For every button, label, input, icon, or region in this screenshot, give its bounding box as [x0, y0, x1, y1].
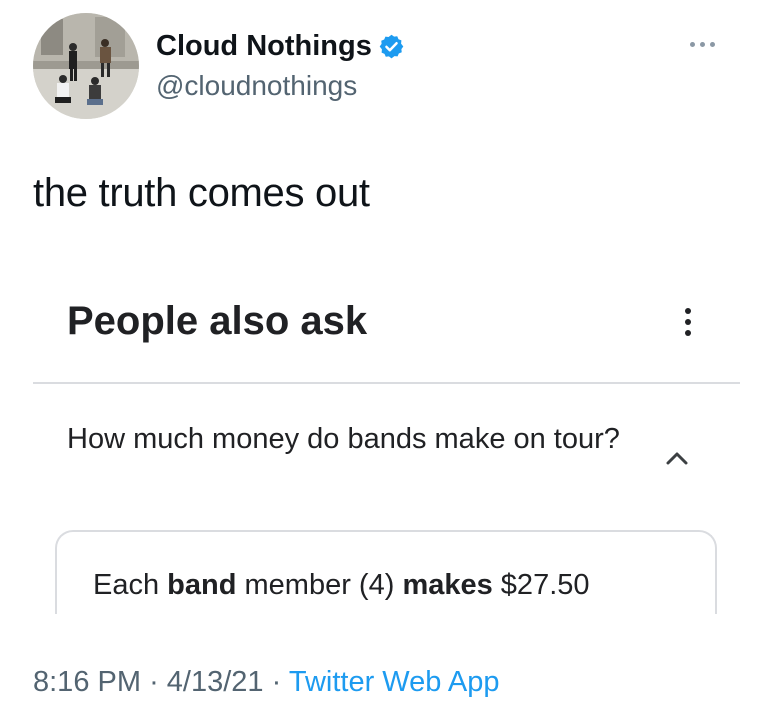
answer-bold: band: [167, 569, 237, 601]
meta-separator: ·: [149, 666, 159, 698]
more-vertical-icon[interactable]: [678, 302, 698, 342]
dot: [699, 41, 705, 47]
more-horizontal-icon[interactable]: [682, 34, 722, 54]
paa-question[interactable]: How much money do bands make on tour?: [67, 418, 627, 460]
tweet-date[interactable]: 4/13/21: [167, 666, 264, 698]
divider: [33, 382, 740, 384]
tweet-meta: 8:16 PM · 4/13/21 · Twitter Web App: [33, 662, 499, 702]
tweet-text: the truth comes out: [33, 171, 370, 215]
verified-badge-icon: [378, 33, 405, 60]
answer-part: Each: [93, 569, 168, 601]
dot: [685, 319, 691, 325]
paa-answer: Each band member (4) makes $27.50: [93, 565, 590, 605]
author-name-row[interactable]: Cloud Nothings: [156, 28, 405, 64]
screenshot-crop-edge: [40, 614, 760, 654]
meta-separator: ·: [271, 666, 282, 698]
answer-part: $27.50: [492, 569, 590, 601]
answer-bold: makes: [402, 569, 493, 601]
author-name[interactable]: Cloud Nothings: [156, 28, 372, 64]
avatar[interactable]: [33, 13, 139, 119]
author-handle[interactable]: @cloudnothings: [156, 68, 357, 104]
dot: [685, 330, 691, 336]
tweet-time[interactable]: 8:16 PM: [33, 666, 141, 698]
paa-section-title: People also ask: [67, 299, 368, 343]
answer-part: member (4): [236, 569, 403, 601]
chevron-up-icon[interactable]: [662, 446, 692, 470]
dot: [709, 41, 715, 47]
dot: [685, 308, 691, 314]
tweet-source-link[interactable]: Twitter Web App: [289, 666, 500, 698]
dot: [689, 41, 695, 47]
